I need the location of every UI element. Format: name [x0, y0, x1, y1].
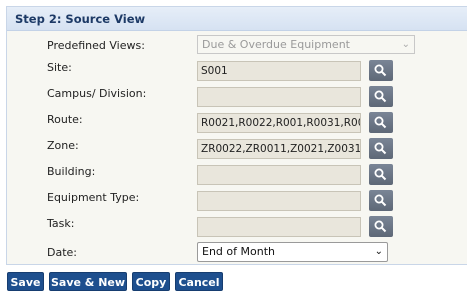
save-button[interactable]: Save	[7, 272, 44, 291]
chevron-down-icon: ⌄	[401, 39, 410, 50]
date-select[interactable]: End of Month ⌄	[197, 242, 388, 262]
building-lookup-button[interactable]	[369, 164, 393, 185]
route-field[interactable]: R0021,R0022,R001,R0031,R0012	[197, 113, 361, 133]
predefined-views-value: Due & Overdue Equipment	[202, 38, 350, 51]
zone-label: Zone:	[47, 139, 79, 152]
cancel-button[interactable]: Cancel	[175, 272, 223, 291]
predefined-views-select: Due & Overdue Equipment ⌄	[197, 35, 415, 54]
panel-header: Step 2: Source View	[7, 7, 467, 31]
date-value: End of Month	[202, 245, 275, 258]
equipment-type-lookup-button[interactable]	[369, 190, 393, 211]
search-icon	[374, 90, 387, 103]
zone-lookup-button[interactable]	[369, 138, 393, 159]
search-icon	[374, 64, 387, 77]
search-icon	[374, 194, 387, 207]
predefined-views-label: Predefined Views:	[47, 39, 145, 52]
task-lookup-button[interactable]	[369, 216, 393, 237]
building-field[interactable]	[197, 165, 361, 185]
chevron-down-icon: ⌄	[374, 246, 383, 257]
copy-button[interactable]: Copy	[132, 272, 170, 291]
building-label: Building:	[47, 165, 96, 178]
search-icon	[374, 116, 387, 129]
site-label: Site:	[47, 61, 72, 74]
save-and-new-button[interactable]: Save & New	[49, 272, 127, 291]
search-icon	[374, 168, 387, 181]
date-label: Date:	[47, 246, 77, 259]
source-view-panel: Step 2: Source View Predefined Views: Du…	[6, 6, 467, 265]
search-icon	[374, 220, 387, 233]
site-field[interactable]: S001	[197, 61, 361, 81]
equipment-type-label: Equipment Type:	[47, 191, 140, 204]
campus-field[interactable]	[197, 87, 361, 107]
task-field[interactable]	[197, 217, 361, 237]
panel-title: Step 2: Source View	[15, 12, 146, 26]
zone-field[interactable]: ZR0022,ZR0011,Z0021,Z0031,ZR	[197, 139, 361, 159]
route-label: Route:	[47, 113, 83, 126]
campus-label: Campus/ Division:	[47, 87, 147, 100]
search-icon	[374, 142, 387, 155]
equipment-type-field[interactable]	[197, 191, 361, 211]
campus-lookup-button[interactable]	[369, 86, 393, 107]
route-lookup-button[interactable]	[369, 112, 393, 133]
task-label: Task:	[47, 217, 75, 230]
site-lookup-button[interactable]	[369, 60, 393, 81]
